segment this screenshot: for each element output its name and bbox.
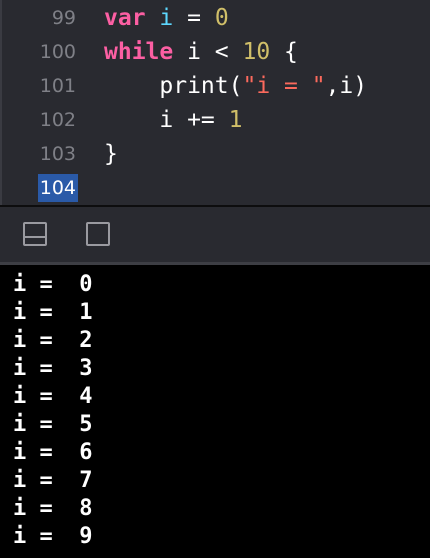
debug-bar xyxy=(0,207,430,262)
code-line[interactable]: 100 while i < 10 { xyxy=(0,35,430,69)
code-token: ,i) xyxy=(325,73,368,99)
line-number: 100 xyxy=(39,41,76,63)
code-text: } xyxy=(104,137,118,171)
code-text: i += 1 xyxy=(104,103,242,137)
code-token: i += xyxy=(104,107,229,133)
code-token: } xyxy=(104,141,118,167)
code-line[interactable]: 102 i += 1 xyxy=(0,103,430,137)
code-token: while xyxy=(104,39,174,65)
toggle-console-button[interactable] xyxy=(23,222,47,246)
console-output-line: i = 3 xyxy=(13,356,93,381)
line-number: 101 xyxy=(39,75,76,97)
code-token: 10 xyxy=(242,39,271,65)
code-token: i xyxy=(159,5,174,31)
console-output-line: i = 6 xyxy=(13,440,93,465)
console-output[interactable]: i = 0 i = 1 i = 2 i = 3 i = 4 i = 5 i = 6 i = 7… xyxy=(0,265,430,558)
line-number: 99 xyxy=(51,7,76,29)
console-output-line: i = 9 xyxy=(13,524,93,549)
code-line[interactable]: 99 var i = 0 xyxy=(0,1,430,35)
console-output-line: i = 1 xyxy=(13,300,93,325)
code-token: = xyxy=(173,5,215,31)
code-token: { xyxy=(270,39,298,65)
console-output-line: i = 7 xyxy=(13,468,93,493)
code-line[interactable]: 103} xyxy=(0,137,430,171)
code-text: var i = 0 xyxy=(104,1,229,35)
toggle-editor-button[interactable] xyxy=(86,222,110,246)
code-token: "i = " xyxy=(242,73,326,99)
console-output-line: i = 4 xyxy=(13,384,93,409)
console-output-line: i = 8 xyxy=(13,496,93,521)
code-token: 1 xyxy=(228,107,243,133)
code-editor[interactable]: 99 var i = 0 100 while i < 10 {101 print("i… xyxy=(0,0,430,205)
code-line[interactable]: 101 print("i = ",i) xyxy=(0,69,430,103)
console-output-line: i = 2 xyxy=(13,328,93,353)
code-token: 0 xyxy=(214,5,229,31)
console-output-line: i = 5 xyxy=(13,412,93,437)
code-token: print( xyxy=(104,73,243,99)
code-token: i < xyxy=(173,39,243,65)
line-number: 103 xyxy=(39,143,76,165)
console-output-line: i = 0 xyxy=(13,272,93,297)
code-text: while i < 10 { xyxy=(104,35,298,69)
line-number: 104 xyxy=(39,177,76,199)
code-token: var xyxy=(104,5,146,31)
code-line[interactable]: 104 xyxy=(0,171,430,205)
code-text: print("i = ",i) xyxy=(104,69,367,103)
line-number: 102 xyxy=(39,109,76,131)
